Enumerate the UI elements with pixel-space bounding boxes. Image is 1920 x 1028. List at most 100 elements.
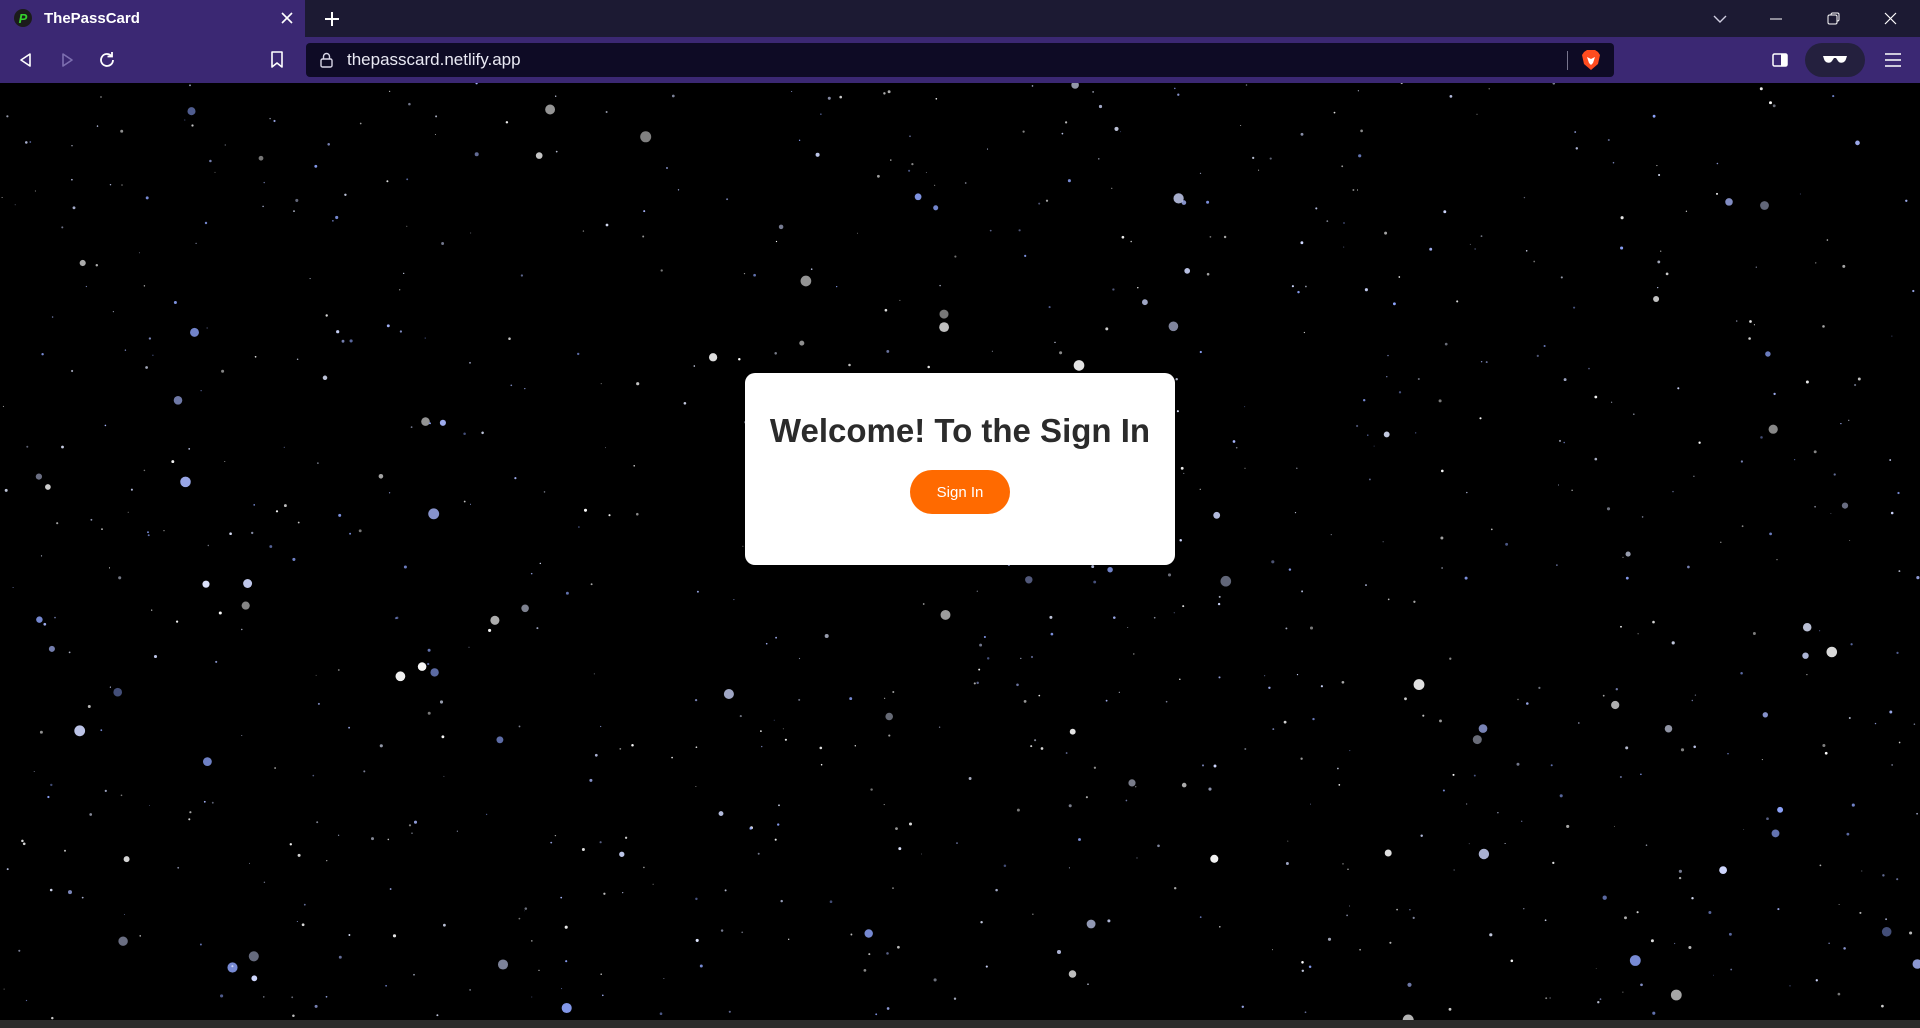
star: [733, 599, 735, 601]
star: [337, 669, 340, 671]
star: [539, 562, 542, 565]
close-tab-icon[interactable]: [277, 8, 297, 28]
reload-icon[interactable]: [92, 45, 122, 75]
lock-icon[interactable]: [320, 52, 333, 73]
tab-search-chevron-icon[interactable]: [1692, 0, 1748, 37]
sidebar-icon[interactable]: [1765, 45, 1795, 75]
bottom-scrollbar[interactable]: [0, 1020, 1920, 1028]
forward-arrow-icon[interactable]: [52, 45, 82, 75]
star: [1806, 673, 1808, 676]
star: [976, 681, 979, 685]
star: [636, 512, 639, 516]
star: [1098, 158, 1100, 160]
bookmark-icon[interactable]: [262, 45, 292, 75]
star: [25, 141, 28, 144]
star: [1167, 573, 1172, 577]
star: [1802, 652, 1809, 659]
star: [964, 182, 967, 184]
star: [778, 224, 784, 230]
star: [187, 107, 196, 116]
star: [1384, 231, 1388, 235]
star: [386, 324, 390, 328]
star: [1269, 157, 1272, 160]
star: [1485, 361, 1488, 364]
star: [1637, 633, 1639, 635]
star: [120, 794, 123, 797]
star: [761, 745, 763, 748]
star: [14, 204, 16, 206]
star: [51, 316, 54, 318]
star: [1217, 602, 1221, 606]
browser-tab[interactable]: P ThePassCard: [0, 0, 305, 37]
star: [297, 521, 300, 524]
address-bar[interactable]: thepasscard.netlify.app: [306, 43, 1614, 77]
star: [1760, 201, 1769, 210]
star: [886, 1007, 890, 1010]
star: [1849, 540, 1851, 541]
new-tab-icon[interactable]: [320, 8, 344, 30]
star: [1030, 655, 1034, 659]
restore-icon[interactable]: [1805, 0, 1861, 37]
star: [624, 836, 628, 839]
star: [593, 673, 595, 675]
star: [427, 648, 431, 652]
star: [275, 510, 279, 513]
star: [184, 119, 186, 121]
star: [109, 686, 111, 688]
star: [820, 763, 823, 766]
glasses-icon[interactable]: [1805, 43, 1865, 77]
star: [349, 339, 353, 343]
star: [909, 135, 911, 138]
star: [505, 121, 509, 124]
star: [1199, 488, 1201, 490]
sign-in-button[interactable]: Sign In: [910, 470, 1010, 514]
star: [413, 820, 418, 824]
star: [1905, 199, 1908, 202]
brave-lion-icon[interactable]: [1581, 49, 1601, 76]
star: [1881, 927, 1892, 937]
star: [720, 929, 724, 932]
star: [317, 702, 320, 705]
star: [914, 193, 922, 201]
star: [243, 579, 253, 588]
url-text[interactable]: thepasscard.netlify.app: [347, 43, 521, 77]
star: [1656, 165, 1658, 167]
star: [1449, 657, 1452, 660]
star: [1713, 974, 1714, 976]
star: [925, 171, 927, 174]
star: [1271, 560, 1275, 564]
star: [1740, 671, 1743, 675]
star: [1560, 276, 1563, 279]
star: [1822, 743, 1826, 748]
star: [1789, 985, 1791, 987]
star: [1552, 861, 1555, 865]
star: [1209, 236, 1212, 238]
star: [1320, 685, 1323, 688]
star: [163, 530, 165, 532]
star: [555, 150, 558, 153]
star: [1640, 773, 1642, 776]
star: [214, 171, 216, 173]
star: [1889, 459, 1892, 461]
back-arrow-icon[interactable]: [11, 45, 41, 75]
star: [1341, 165, 1344, 168]
star: [1092, 91, 1094, 93]
star: [927, 365, 930, 369]
star: [297, 853, 301, 857]
star: [1235, 446, 1238, 449]
minimize-icon[interactable]: [1748, 0, 1804, 37]
hamburger-menu-icon[interactable]: [1878, 45, 1908, 75]
star: [1558, 439, 1562, 442]
star: [524, 907, 528, 910]
star: [1563, 441, 1565, 444]
star: [1848, 419, 1850, 421]
star: [469, 989, 471, 991]
star: [43, 622, 47, 626]
star: [1091, 565, 1095, 569]
star: [780, 899, 783, 903]
star: [379, 744, 383, 748]
star: [1687, 565, 1690, 569]
star: [296, 358, 299, 360]
star: [1653, 296, 1660, 302]
window-close-icon[interactable]: [1862, 0, 1918, 37]
